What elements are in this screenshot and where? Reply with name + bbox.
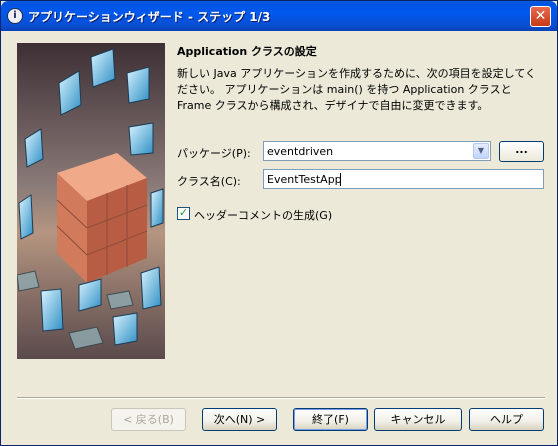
package-combobox[interactable]: eventdriven ▼ (263, 141, 491, 161)
section-heading: Application クラスの設定 (177, 45, 317, 58)
finish-button[interactable]: 終了(F) (293, 408, 368, 431)
text-caret (340, 173, 341, 186)
wizard-window: i アプリケーションウィザード - ステップ 1/3 ✕ Application… (0, 0, 558, 446)
package-value: eventdriven (267, 145, 334, 158)
button-separator (17, 397, 545, 399)
close-button[interactable]: ✕ (530, 6, 551, 27)
header-comment-checkbox[interactable]: ✓ (177, 207, 190, 220)
package-label: パッケージ(P): (177, 147, 251, 160)
help-button[interactable]: ヘルプ (469, 408, 544, 431)
class-name-label: クラス名(C): (177, 175, 241, 188)
next-button[interactable]: 次へ(N) > (202, 408, 277, 431)
browse-button[interactable]: ... (499, 141, 544, 162)
header-comment-label[interactable]: ヘッダーコメントの生成(G) (194, 207, 332, 223)
back-button[interactable]: < 戻る(B) (111, 408, 186, 431)
class-name-value: EventTestApp (267, 173, 342, 186)
cube-art-image (17, 43, 165, 359)
title-bar[interactable]: i アプリケーションウィザード - ステップ 1/3 ✕ (1, 1, 557, 31)
cancel-button[interactable]: キャンセル (374, 408, 462, 431)
window-title: アプリケーションウィザード - ステップ 1/3 (28, 10, 271, 24)
wizard-illustration (17, 43, 165, 359)
info-circle-icon: i (7, 8, 23, 24)
section-description: 新しい Java アプリケーションを作成するために、次の項目を設定してください。… (177, 67, 537, 112)
chevron-down-icon[interactable]: ▼ (473, 143, 489, 159)
class-name-input[interactable]: EventTestApp (263, 169, 544, 189)
